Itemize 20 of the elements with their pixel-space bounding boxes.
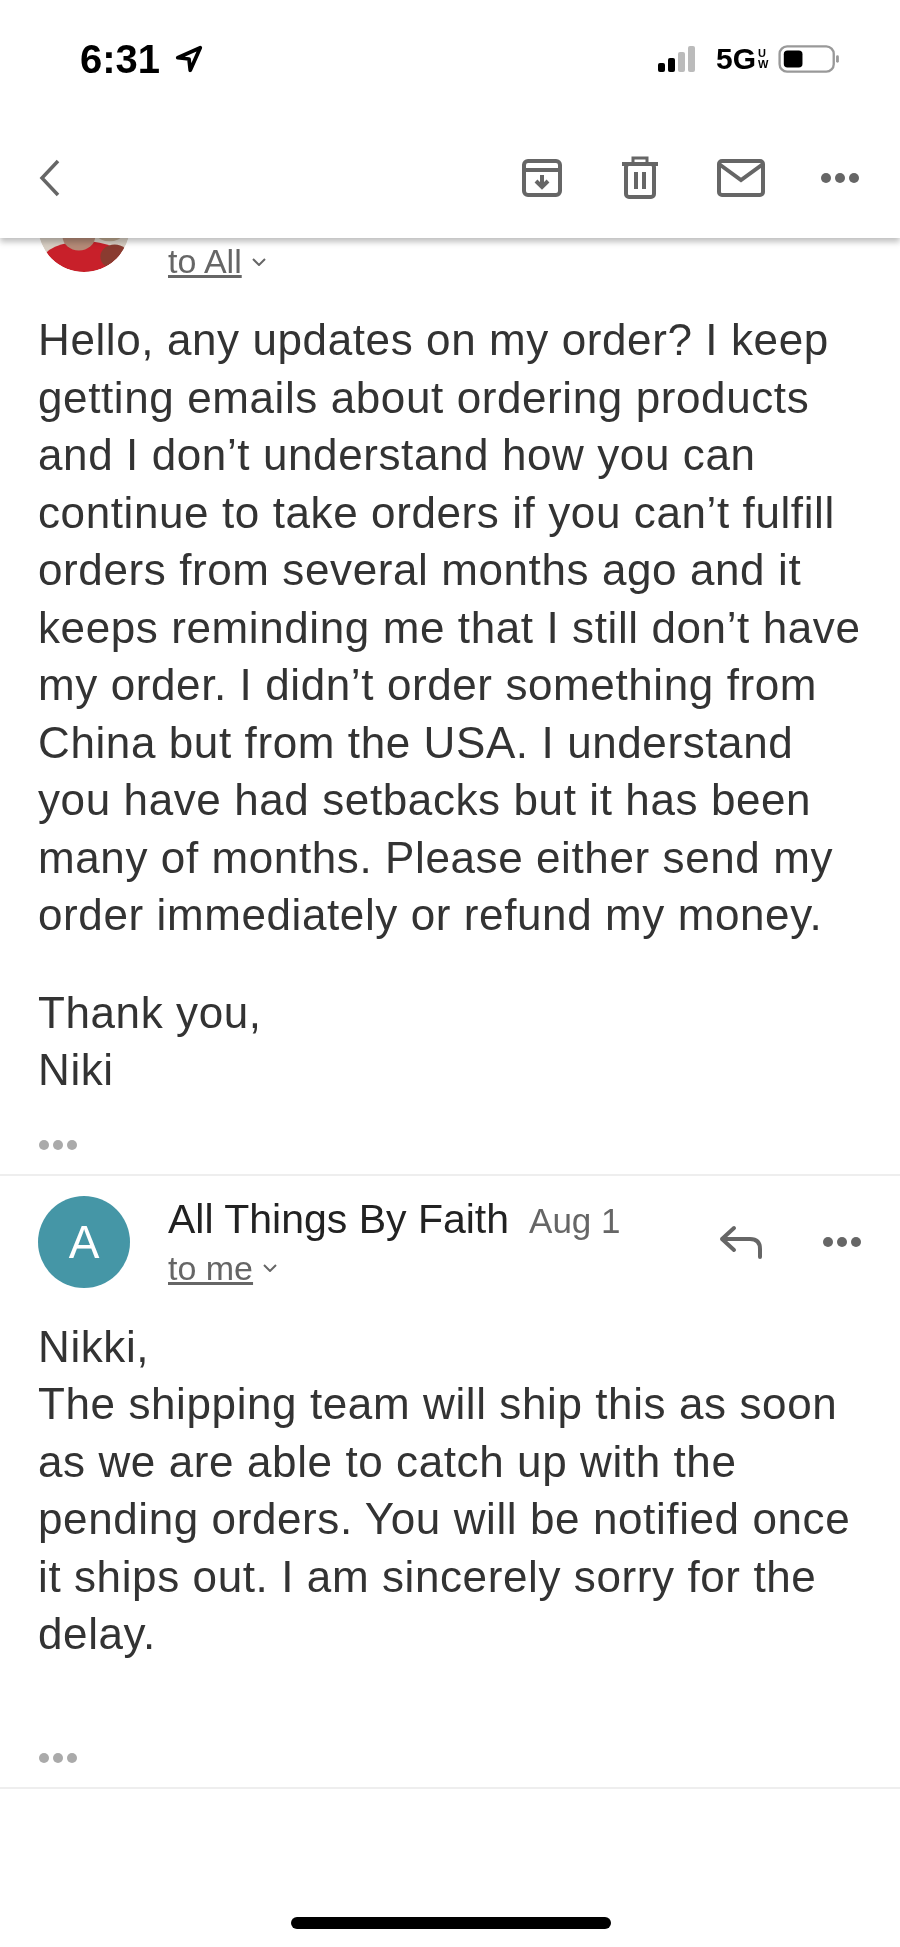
chevron-down-icon: [263, 1264, 278, 1272]
message-paragraph: Hello, any updates on my order? I keep getting emails about ordering products and I don’t understand how you can continue to take orders if you can’t fulfill orders from several months ago and it keeps reminding me that I still don’t have my order. I didn’t order something from China but from the USA. I understand you have had setbacks but it has been many of months. Please either send my order immediately or refund my money.: [38, 314, 862, 941]
message-paragraph: Nikki, The shipping team will ship this as soon as we are able to catch up with the pending orders. You will be notified once it ships out. I am sincerely sorry for the delay.: [38, 1320, 852, 1660]
recipients-link[interactable]: to All: [168, 242, 242, 281]
clock-time: 6:31: [80, 36, 161, 82]
archive-button[interactable]: [520, 156, 564, 200]
recipients-link[interactable]: to me: [168, 1248, 254, 1288]
mail-button[interactable]: [716, 158, 766, 198]
message-date: Aug 1: [529, 1200, 621, 1241]
message-paragraph: Thank you, Niki: [38, 986, 263, 1096]
more-button[interactable]: [822, 1235, 862, 1248]
more-button[interactable]: [820, 172, 860, 184]
signal-icon: [657, 46, 698, 72]
sender-name: All Things By Faith: [168, 1195, 510, 1243]
chevron-down-icon: [251, 257, 266, 266]
battery-icon: [778, 45, 840, 73]
avatar: A: [38, 1195, 130, 1288]
reply-button[interactable]: [718, 1223, 764, 1260]
location-arrow-icon: [174, 44, 205, 74]
back-button[interactable]: [38, 158, 62, 198]
